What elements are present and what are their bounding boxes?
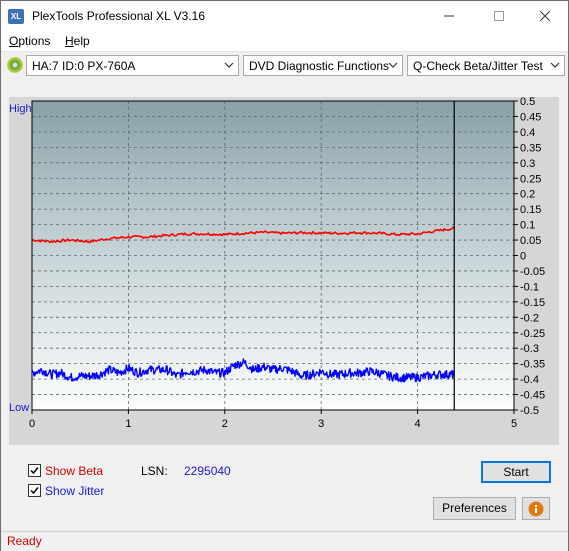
y-tick-label: -0.2 bbox=[520, 312, 539, 324]
y-tick-label: 0.1 bbox=[520, 220, 535, 232]
start-button[interactable]: Start bbox=[481, 461, 551, 483]
y-tick-label: 0.4 bbox=[520, 127, 535, 139]
y-tick-label: -0.3 bbox=[520, 343, 539, 355]
y-tick-label: -0.15 bbox=[520, 297, 545, 309]
preferences-button[interactable]: Preferences bbox=[433, 497, 516, 520]
y-tick-label: -0.4 bbox=[520, 374, 539, 386]
y-tick-label: -0.05 bbox=[520, 266, 545, 278]
show-beta-label[interactable]: Show Beta bbox=[45, 464, 103, 478]
y-tick-label: 0.25 bbox=[520, 173, 541, 185]
status-text: Ready bbox=[7, 534, 42, 548]
info-icon bbox=[528, 501, 544, 517]
show-jitter-label[interactable]: Show Jitter bbox=[45, 484, 104, 498]
y-label-low: Low bbox=[9, 402, 29, 414]
y-tick-label: -0.35 bbox=[520, 359, 545, 371]
show-jitter-checkbox[interactable] bbox=[28, 484, 41, 497]
y-tick-label: 0.5 bbox=[520, 96, 535, 108]
x-tick-label: 1 bbox=[125, 418, 131, 430]
y-tick-label: 0.3 bbox=[520, 158, 535, 170]
x-tick-label: 2 bbox=[222, 418, 228, 430]
x-tick-label: 5 bbox=[511, 418, 517, 430]
y-tick-label: -0.5 bbox=[520, 405, 539, 417]
y-tick-label: -0.1 bbox=[520, 281, 539, 293]
x-tick-label: 4 bbox=[415, 418, 421, 430]
y-tick-label: 0.15 bbox=[520, 204, 541, 216]
app-window: XL PlexTools Professional XL V3.16 Optio… bbox=[0, 0, 569, 551]
y-tick-label: 0.35 bbox=[520, 142, 541, 154]
info-button[interactable] bbox=[522, 497, 550, 520]
y-tick-label: 0.05 bbox=[520, 235, 541, 247]
lsn-label: LSN: bbox=[141, 464, 168, 478]
status-bar: Ready bbox=[1, 531, 568, 551]
y-tick-label: -0.45 bbox=[520, 390, 545, 402]
lsn-value: 2295040 bbox=[184, 464, 231, 478]
show-beta-checkbox[interactable] bbox=[28, 464, 41, 477]
checkmark-icon bbox=[30, 467, 39, 475]
checkmark-icon bbox=[30, 487, 39, 495]
y-tick-label: -0.25 bbox=[520, 328, 545, 340]
y-label-high: High bbox=[9, 103, 32, 115]
x-tick-label: 3 bbox=[318, 418, 324, 430]
y-tick-label: 0 bbox=[520, 251, 526, 263]
y-tick-label: 0.2 bbox=[520, 189, 535, 201]
y-tick-label: 0.45 bbox=[520, 111, 541, 123]
x-tick-label: 0 bbox=[29, 418, 35, 430]
